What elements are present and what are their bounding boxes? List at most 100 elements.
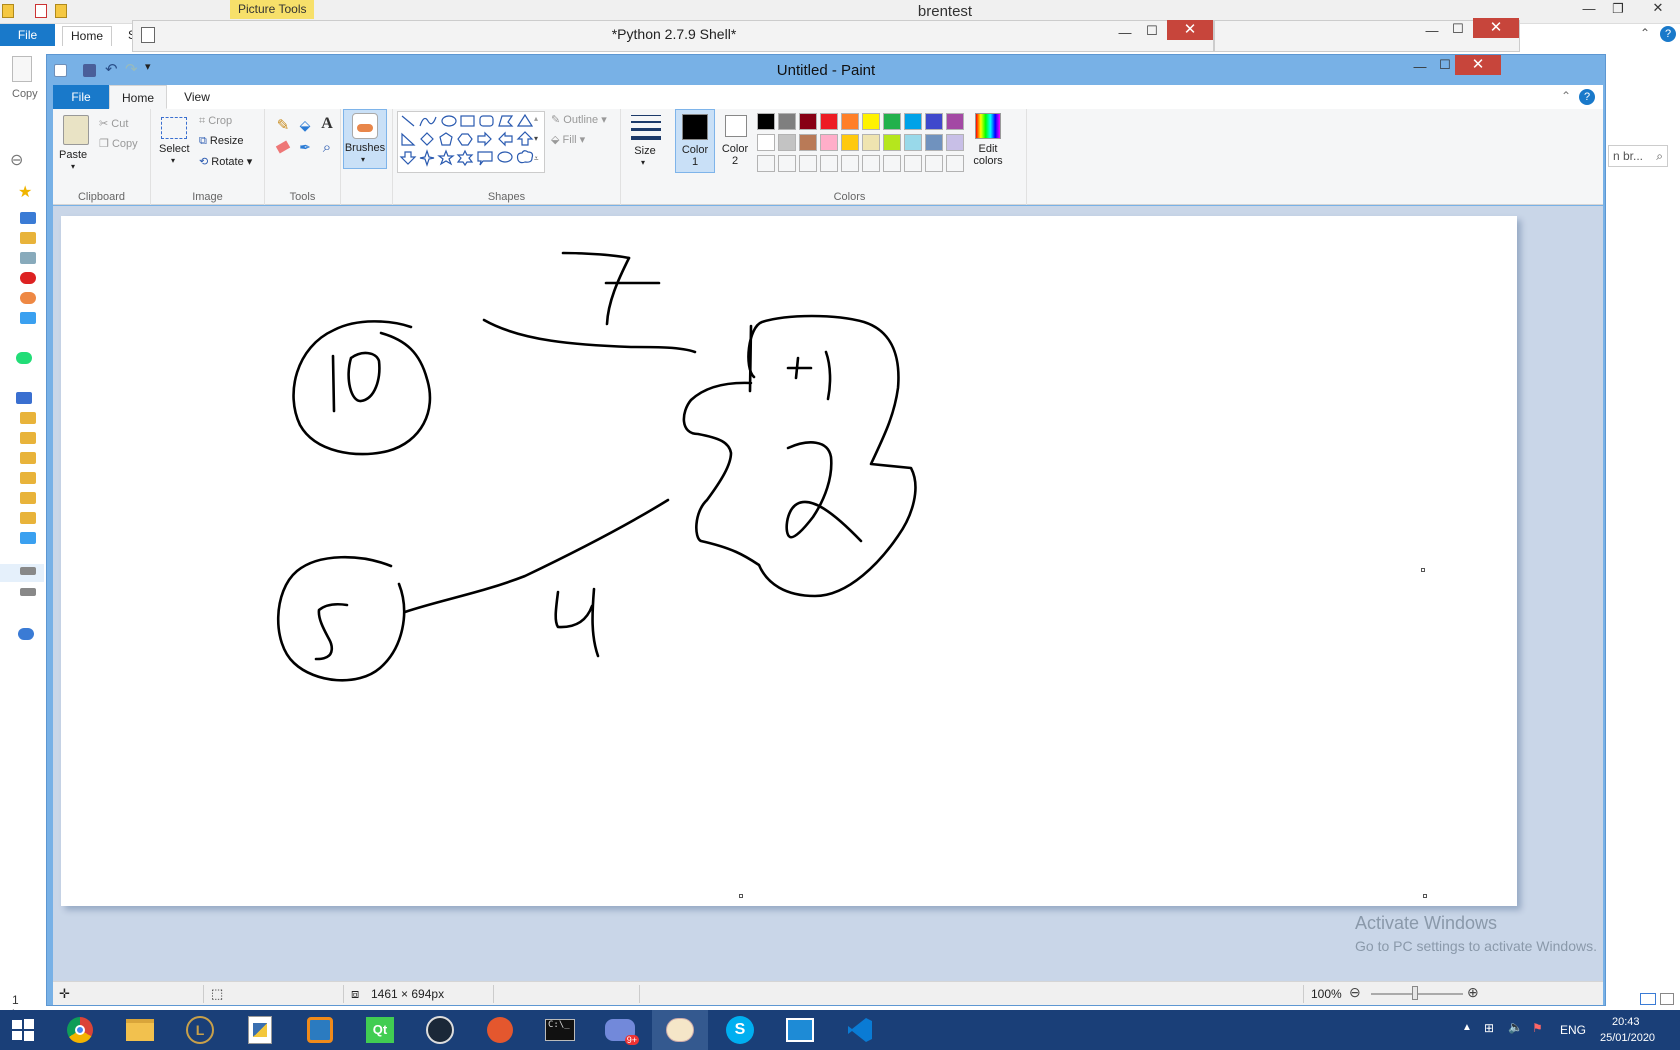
file-explorer-icon[interactable] xyxy=(112,1010,168,1050)
shapes-more-icon[interactable]: ⩡ xyxy=(534,154,539,164)
volume-icon[interactable]: 🔈 xyxy=(1508,1020,1523,1034)
show-hidden-icons[interactable]: ▲ xyxy=(1462,1022,1472,1033)
back-arrow-icon[interactable]: ⊖ xyxy=(10,150,23,170)
palette-color-swatch[interactable] xyxy=(841,113,859,130)
python-maximize-button[interactable]: ☐ xyxy=(1137,23,1167,39)
custom-color-slot[interactable] xyxy=(925,155,943,172)
custom-color-slot[interactable] xyxy=(799,155,817,172)
copy-button[interactable]: ❐ Copy xyxy=(99,137,138,150)
copy-icon[interactable] xyxy=(12,56,32,82)
python-close-button[interactable]: ✕ xyxy=(1167,20,1213,40)
palette-color-swatch[interactable] xyxy=(925,134,943,151)
custom-color-slot[interactable] xyxy=(862,155,880,172)
outline-button[interactable]: ✎ Outline ▾ xyxy=(551,113,607,126)
shapes-scroll-down-icon[interactable]: ▾ xyxy=(534,134,538,143)
palette-color-swatch[interactable] xyxy=(799,134,817,151)
steam-icon[interactable] xyxy=(412,1010,468,1050)
help-icon[interactable]: ? xyxy=(1579,89,1595,105)
collapse-ribbon-icon[interactable]: ⌃ xyxy=(1561,89,1571,103)
clock-time[interactable]: 20:43 xyxy=(1612,1016,1640,1028)
tab-home[interactable]: Home xyxy=(109,85,167,109)
chrome-icon[interactable] xyxy=(52,1010,108,1050)
palette-color-swatch[interactable] xyxy=(925,113,943,130)
skype-icon[interactable]: S xyxy=(712,1010,768,1050)
crop-button[interactable]: ⌗ Crop xyxy=(199,115,232,128)
select-icon[interactable] xyxy=(161,117,187,139)
folder-icon[interactable] xyxy=(20,492,36,504)
git-client-icon[interactable] xyxy=(472,1010,528,1050)
paint-close-button[interactable]: ✕ xyxy=(1455,55,1501,75)
resize-handle-right[interactable] xyxy=(1421,568,1425,572)
up-arrow-shape-icon[interactable] xyxy=(516,131,534,146)
python-idle-icon[interactable] xyxy=(232,1010,288,1050)
window-close-button[interactable]: ✕ xyxy=(1473,18,1519,38)
details-view-icon[interactable] xyxy=(1640,993,1656,1005)
five-point-star-shape-icon[interactable] xyxy=(437,149,455,166)
triangle-shape-icon[interactable] xyxy=(516,113,534,127)
palette-color-swatch[interactable] xyxy=(757,134,775,151)
palette-color-swatch[interactable] xyxy=(883,134,901,151)
folder-icon[interactable] xyxy=(20,412,36,424)
cloud-callout-shape-icon[interactable] xyxy=(516,150,534,164)
hexagon-shape-icon[interactable] xyxy=(457,133,473,146)
select-button[interactable]: Select xyxy=(159,143,190,155)
right-arrow-shape-icon[interactable] xyxy=(477,131,492,147)
command-prompt-icon[interactable]: C:\_ xyxy=(532,1010,588,1050)
resize-handle-bottom[interactable] xyxy=(739,894,743,898)
window-maximize-button[interactable]: ☐ xyxy=(1443,21,1473,37)
explorer-file-tab[interactable]: File xyxy=(0,24,55,46)
palette-color-swatch[interactable] xyxy=(904,113,922,130)
clock-date[interactable]: 25/01/2020 xyxy=(1600,1032,1655,1044)
rectangular-callout-shape-icon[interactable] xyxy=(477,151,493,166)
select-dropdown-icon[interactable]: ▾ xyxy=(171,156,175,165)
downloads-icon[interactable] xyxy=(20,232,36,244)
paste-icon[interactable] xyxy=(63,115,89,145)
league-of-legends-icon[interactable]: L xyxy=(172,1010,228,1050)
text-tool-icon[interactable]: A xyxy=(317,114,337,134)
zoom-out-icon[interactable]: ⊖ xyxy=(1349,984,1361,1001)
explorer-search-input[interactable]: n br... ⌕ xyxy=(1608,145,1668,167)
oval-callout-shape-icon[interactable] xyxy=(497,151,513,163)
explorer-minimize-button[interactable]: — xyxy=(1574,1,1604,16)
resize-handle-corner[interactable] xyxy=(1423,894,1427,898)
six-point-star-shape-icon[interactable] xyxy=(456,149,474,167)
paste-button[interactable]: Paste xyxy=(59,149,87,161)
zoom-in-icon[interactable]: ⊕ xyxy=(1467,984,1479,1001)
brushes-button[interactable]: Brushes ▾ xyxy=(343,109,387,169)
polygon-shape-icon[interactable] xyxy=(498,115,514,127)
drawing-canvas[interactable] xyxy=(61,216,1517,906)
resize-button[interactable]: ⧉ Resize xyxy=(199,135,244,148)
tab-view[interactable]: View xyxy=(169,85,225,109)
palette-color-swatch[interactable] xyxy=(883,113,901,130)
explorer-home-tab[interactable]: Home xyxy=(62,26,112,46)
palette-color-swatch[interactable] xyxy=(946,134,964,151)
copy-label[interactable]: Copy xyxy=(12,88,38,100)
custom-color-slot[interactable] xyxy=(946,155,964,172)
paint-taskbar-icon[interactable] xyxy=(652,1010,708,1050)
paint-title-bar[interactable]: ↶ ↷ ▾ Untitled - Paint — ☐ ✕ xyxy=(47,55,1605,85)
mega-icon[interactable] xyxy=(20,272,36,284)
palette-color-swatch[interactable] xyxy=(778,134,796,151)
python-minimize-button[interactable]: — xyxy=(1110,25,1140,40)
custom-color-slot[interactable] xyxy=(904,155,922,172)
down-arrow-shape-icon[interactable] xyxy=(399,151,417,165)
action-center-icon[interactable]: ⚑ xyxy=(1532,1021,1543,1035)
palette-color-swatch[interactable] xyxy=(820,134,838,151)
four-point-star-shape-icon[interactable] xyxy=(419,149,435,167)
network-icon[interactable]: ⊞ xyxy=(1484,1021,1494,1035)
custom-color-slot[interactable] xyxy=(841,155,859,172)
diamond-shape-icon[interactable] xyxy=(420,132,434,146)
fill-bucket-icon[interactable]: ⬙ xyxy=(295,115,315,135)
zoom-slider-thumb[interactable] xyxy=(1412,986,1418,1000)
paste-dropdown-icon[interactable]: ▾ xyxy=(71,162,75,171)
photos-icon[interactable] xyxy=(20,292,36,304)
palette-color-swatch[interactable] xyxy=(841,134,859,151)
palette-color-swatch[interactable] xyxy=(778,113,796,130)
size-button[interactable]: Size ▾ xyxy=(625,111,665,171)
tab-file[interactable]: File xyxy=(53,85,109,109)
curve-shape-icon[interactable] xyxy=(419,116,437,127)
palette-color-swatch[interactable] xyxy=(799,113,817,130)
rectangle-shape-icon[interactable] xyxy=(460,115,475,127)
rounded-rectangle-shape-icon[interactable] xyxy=(479,115,494,127)
oval-shape-icon[interactable] xyxy=(441,115,457,127)
